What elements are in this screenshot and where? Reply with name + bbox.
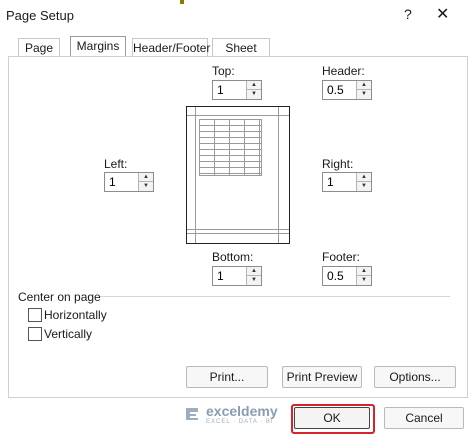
spin-down-icon[interactable]: ▼ — [246, 276, 261, 285]
spin-up-icon[interactable]: ▲ — [356, 81, 371, 90]
top-margin-input[interactable] — [213, 81, 247, 98]
vertically-checkbox[interactable] — [28, 327, 42, 341]
tab-header-footer[interactable]: Header/Footer — [132, 38, 210, 57]
title-accent-mark — [180, 0, 184, 4]
center-on-page-label: Center on page — [18, 290, 101, 304]
header-margin-spinner: ▲ ▼ — [322, 80, 372, 100]
title-bar: Page Setup ? ✕ — [0, 0, 474, 30]
ok-highlight-box — [291, 404, 375, 434]
right-margin-spinner: ▲ ▼ — [322, 172, 372, 192]
exceldemy-watermark: exceldemy EXCEL · DATA · BI — [184, 402, 294, 426]
right-margin-label: Right: — [322, 157, 354, 171]
options-button[interactable]: Options... — [374, 366, 456, 388]
horizontally-label[interactable]: Horizontally — [44, 308, 107, 322]
footer-margin-input[interactable] — [323, 267, 357, 284]
bottom-margin-input[interactable] — [213, 267, 247, 284]
spin-up-icon[interactable]: ▲ — [356, 267, 371, 276]
preview-header-line — [187, 115, 289, 116]
spin-down-icon[interactable]: ▼ — [246, 90, 261, 99]
preview-right-line — [278, 107, 279, 243]
tab-margins[interactable]: Margins — [70, 36, 126, 57]
top-margin-label: Top: — [212, 64, 235, 78]
page-preview — [186, 106, 290, 244]
bottom-margin-label: Bottom: — [212, 250, 254, 264]
left-margin-input[interactable] — [105, 173, 139, 190]
group-divider — [100, 296, 450, 297]
spin-down-icon[interactable]: ▼ — [356, 90, 371, 99]
spin-up-icon[interactable]: ▲ — [356, 173, 371, 182]
spin-up-icon[interactable]: ▲ — [246, 81, 261, 90]
spin-up-icon[interactable]: ▲ — [246, 267, 261, 276]
header-margin-input[interactable] — [323, 81, 357, 98]
spin-down-icon[interactable]: ▼ — [356, 182, 371, 191]
vertically-label[interactable]: Vertically — [44, 327, 92, 341]
footer-margin-spinner: ▲ ▼ — [322, 266, 372, 286]
footer-margin-label: Footer: — [322, 250, 361, 264]
preview-cell-grid — [199, 119, 262, 176]
top-margin-spinner: ▲ ▼ — [212, 80, 262, 100]
spin-down-icon[interactable]: ▼ — [356, 276, 371, 285]
header-margin-label: Header: — [322, 64, 365, 78]
help-button[interactable]: ? — [404, 6, 412, 22]
left-margin-label: Left: — [104, 157, 128, 171]
bottom-margin-spinner: ▲ ▼ — [212, 266, 262, 286]
print-button[interactable]: Print... — [186, 366, 268, 388]
print-preview-button[interactable]: Print Preview — [282, 366, 362, 388]
right-margin-input[interactable] — [323, 173, 357, 190]
spin-down-icon[interactable]: ▼ — [138, 182, 153, 191]
exceldemy-logo-icon — [186, 408, 198, 420]
horizontally-checkbox[interactable] — [28, 308, 42, 322]
close-button[interactable]: ✕ — [436, 4, 449, 24]
left-margin-spinner: ▲ ▼ — [104, 172, 154, 192]
preview-bottom-line — [187, 233, 289, 234]
cancel-button[interactable]: Cancel — [384, 407, 464, 429]
watermark-name: exceldemy — [206, 403, 278, 419]
tab-sheet[interactable]: Sheet — [212, 38, 270, 57]
preview-footer-line — [187, 229, 289, 230]
tab-page[interactable]: Page — [18, 38, 60, 57]
preview-left-line — [195, 107, 196, 243]
watermark-tagline: EXCEL · DATA · BI — [206, 419, 274, 425]
spin-up-icon[interactable]: ▲ — [138, 173, 153, 182]
dialog-title: Page Setup — [6, 8, 74, 23]
